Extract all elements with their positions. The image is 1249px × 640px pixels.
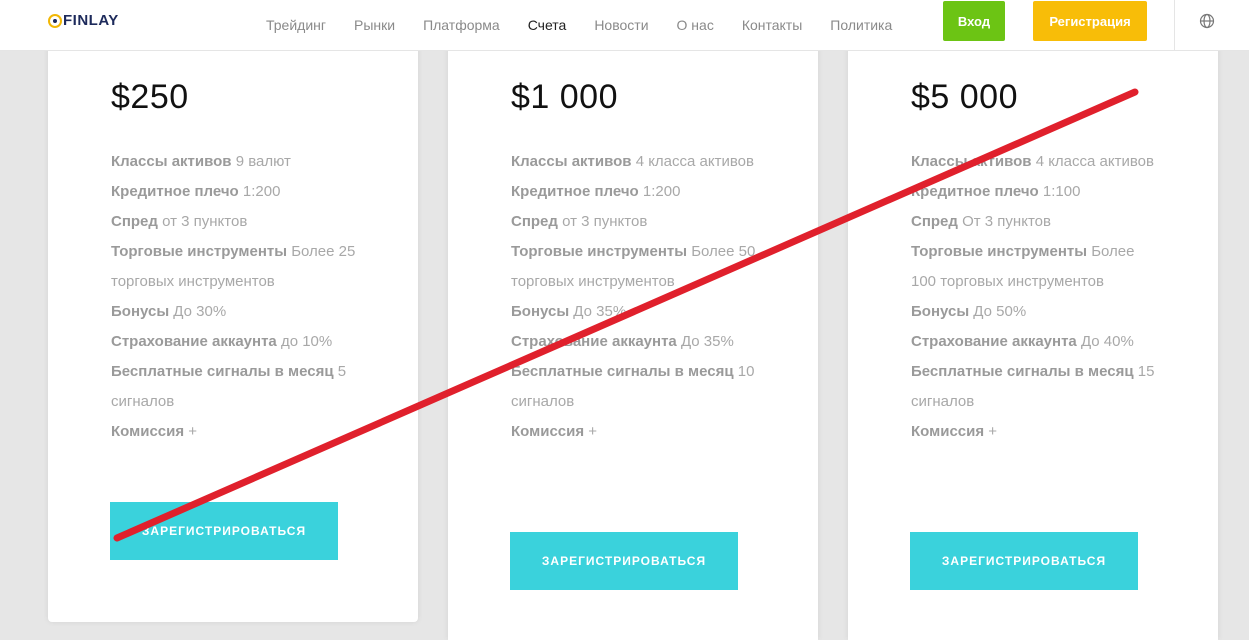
feature-item: Спред от 3 пунктов [511,213,648,230]
feature-item: Бонусы До 30% [111,303,227,320]
feature-item: Бесплатные сигналы в месяц 10 сигналов [511,363,755,410]
nav-item-platform[interactable]: Платформа [423,17,500,33]
feature-item: Комиссия + [511,423,598,440]
feature-item: Страхование аккаунта до 10% [111,333,333,350]
feature-item: Страхование аккаунта До 35% [511,333,734,350]
account-card: $1 000 Классы активов 4 класса активов К… [448,40,818,640]
register-cta-button[interactable]: ЗАРЕГИСТРИРОВАТЬСЯ [510,532,738,590]
feature-item: Комиссия + [911,423,998,440]
site-header: FINLAY Трейдинг Рынки Платформа Счета Но… [0,0,1249,51]
register-cta-button[interactable]: ЗАРЕГИСТРИРОВАТЬСЯ [110,502,338,560]
feature-list: Классы активов 4 класса активов Кредитно… [911,147,1161,447]
nav-item-markets[interactable]: Рынки [354,17,395,33]
feature-item: Кредитное плечо 1:200 [111,183,281,200]
feature-item: Классы активов 4 класса активов [511,153,754,170]
feature-item: Бесплатные сигналы в месяц 5 сигналов [111,363,347,410]
account-price: $1 000 [511,78,618,116]
feature-item: Комиссия + [111,423,198,440]
feature-item: Спред От 3 пунктов [911,213,1051,230]
nav-item-contacts[interactable]: Контакты [742,17,802,33]
feature-item: Торговые инструменты Более 25 торговых и… [111,243,356,290]
feature-item: Кредитное плечо 1:200 [511,183,681,200]
register-button[interactable]: Регистрация [1033,1,1147,41]
feature-item: Классы активов 4 класса активов [911,153,1154,170]
logo-mark-icon [48,13,62,28]
nav-item-news[interactable]: Новости [594,17,648,33]
nav-divider [1174,0,1175,50]
feature-item: Кредитное плечо 1:100 [911,183,1081,200]
feature-list: Классы активов 4 класса активов Кредитно… [511,147,761,447]
login-button[interactable]: Вход [943,1,1005,41]
main-nav: Трейдинг Рынки Платформа Счета Новости О… [266,0,920,50]
account-card: $250 Классы активов 9 валют Кредитное пл… [48,40,418,622]
nav-item-trading[interactable]: Трейдинг [266,17,326,33]
feature-item: Бонусы До 35% [511,303,627,320]
nav-item-accounts[interactable]: Счета [528,17,567,33]
feature-item: Бонусы До 50% [911,303,1027,320]
feature-item: Торговые инструменты Более 100 торговых … [911,243,1135,290]
feature-item: Бесплатные сигналы в месяц 15 сигналов [911,363,1155,410]
feature-item: Торговые инструменты Более 50 торговых и… [511,243,756,290]
account-price: $250 [111,78,189,116]
register-cta-button[interactable]: ЗАРЕГИСТРИРОВАТЬСЯ [910,532,1138,590]
nav-item-about[interactable]: О нас [677,17,714,33]
feature-item: Страхование аккаунта До 40% [911,333,1134,350]
feature-item: Классы активов 9 валют [111,153,291,170]
logo-text: FINLAY [63,12,119,29]
feature-list: Классы активов 9 валют Кредитное плечо 1… [111,147,361,447]
account-price: $5 000 [911,78,1018,116]
nav-item-policy[interactable]: Политика [830,17,892,33]
logo[interactable]: FINLAY [48,12,119,29]
account-card: $5 000 Классы активов 4 класса активов К… [848,40,1218,640]
globe-icon[interactable] [1199,13,1215,29]
feature-item: Спред от 3 пунктов [111,213,248,230]
